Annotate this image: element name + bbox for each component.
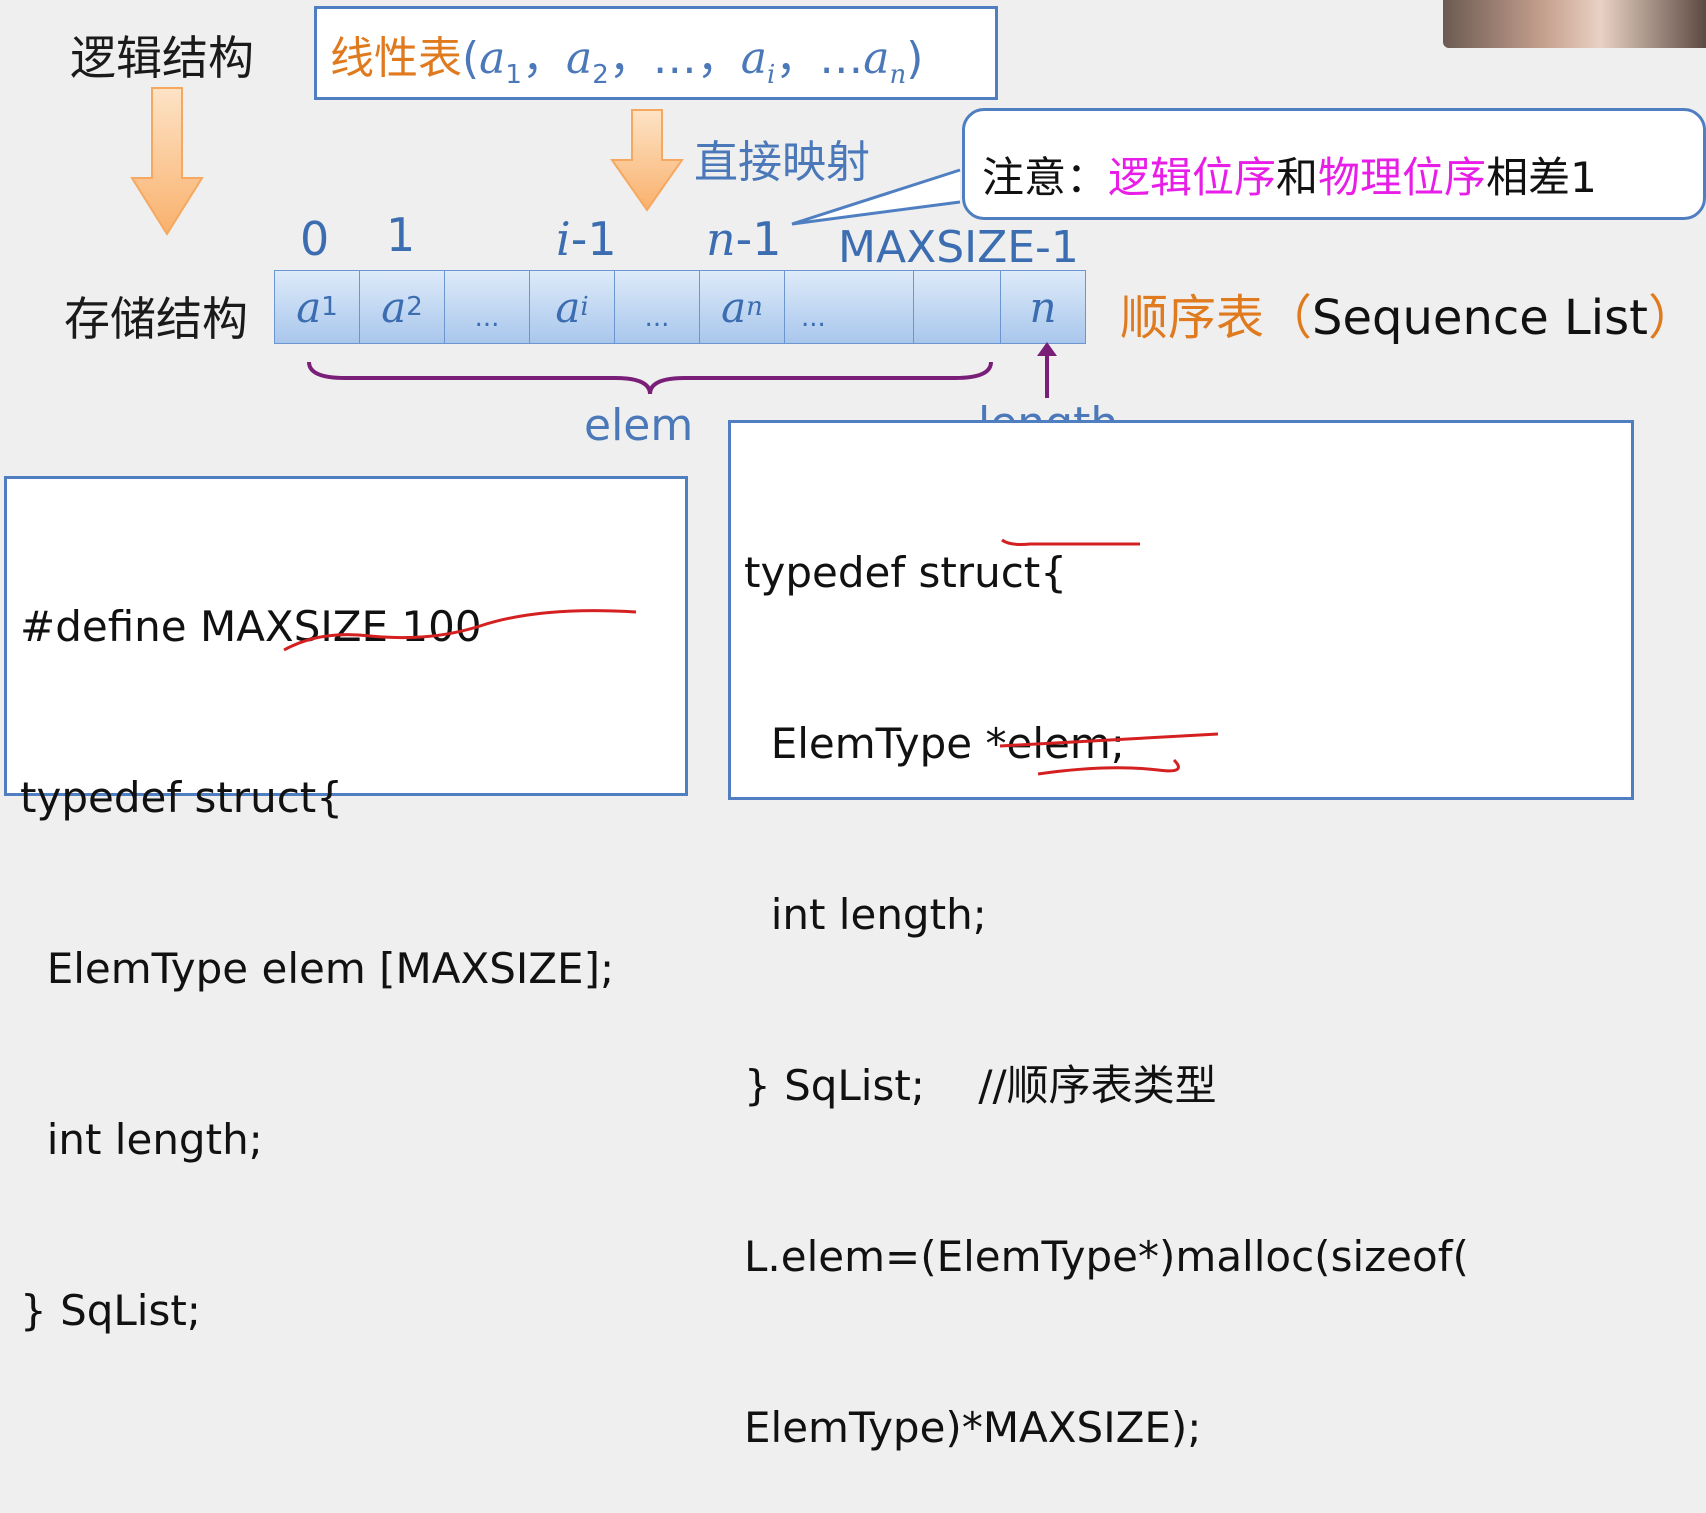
strike-mark bbox=[283, 609, 637, 652]
webcam-thumbnail bbox=[1443, 0, 1706, 48]
linear-table-label: 线性表 bbox=[330, 33, 462, 84]
code-line: int length; bbox=[744, 890, 987, 939]
storage-structure-label: 存储结构 bbox=[64, 292, 248, 346]
code-line: L.elem=(ElemType*)malloc(sizeof( bbox=[744, 1232, 1469, 1281]
dynamic-code-block: typedef struct{ ElemType *elem; int leng… bbox=[744, 430, 1469, 1513]
array-cell: ai bbox=[529, 270, 615, 344]
logic-structure-label: 逻辑结构 bbox=[70, 31, 254, 85]
array-cell: ... bbox=[444, 270, 530, 344]
index-label: MAXSIZE-1 bbox=[838, 222, 1079, 273]
elem-brace bbox=[307, 361, 993, 395]
code-line: typedef struct{ bbox=[744, 548, 1067, 597]
array-cell: a2 bbox=[359, 270, 445, 344]
note-text: 注意：逻辑位序和物理位序相差1 bbox=[982, 153, 1597, 202]
length-cell: n bbox=[1000, 270, 1086, 344]
index-label: 1 bbox=[386, 208, 416, 262]
code-line: ElemType elem [MAXSIZE]; bbox=[20, 944, 615, 993]
down-arrow-icon bbox=[130, 87, 204, 236]
up-arrow-icon bbox=[1037, 342, 1057, 398]
sequence-list-label: 顺序表（Sequence List） bbox=[1120, 290, 1696, 346]
code-line: } SqList; bbox=[20, 1286, 201, 1335]
array-cell: an bbox=[699, 270, 785, 344]
array-cell: a1 bbox=[274, 270, 360, 344]
code-line: ElemType)*MAXSIZE); bbox=[744, 1403, 1202, 1452]
index-label: 0 bbox=[300, 212, 330, 266]
array-cell bbox=[913, 270, 1001, 344]
array-cell: ... bbox=[784, 270, 914, 344]
elem-label: elem bbox=[584, 400, 694, 451]
index-label: i-1 bbox=[556, 212, 617, 266]
code-line: int length; bbox=[20, 1115, 263, 1164]
linear-table-text: 线性表(a1，a2，…，ai，…an) bbox=[330, 33, 924, 90]
code-line: } SqList; //顺序表类型 bbox=[744, 1061, 1217, 1110]
array-cell: ... bbox=[614, 270, 700, 344]
index-label: n-1 bbox=[706, 212, 782, 266]
down-arrow-icon bbox=[610, 109, 684, 212]
underline-mark bbox=[1001, 538, 1140, 546]
code-line: typedef struct{ bbox=[20, 773, 343, 822]
note-callout-pointer bbox=[791, 168, 961, 226]
strike-mark bbox=[999, 732, 1219, 776]
